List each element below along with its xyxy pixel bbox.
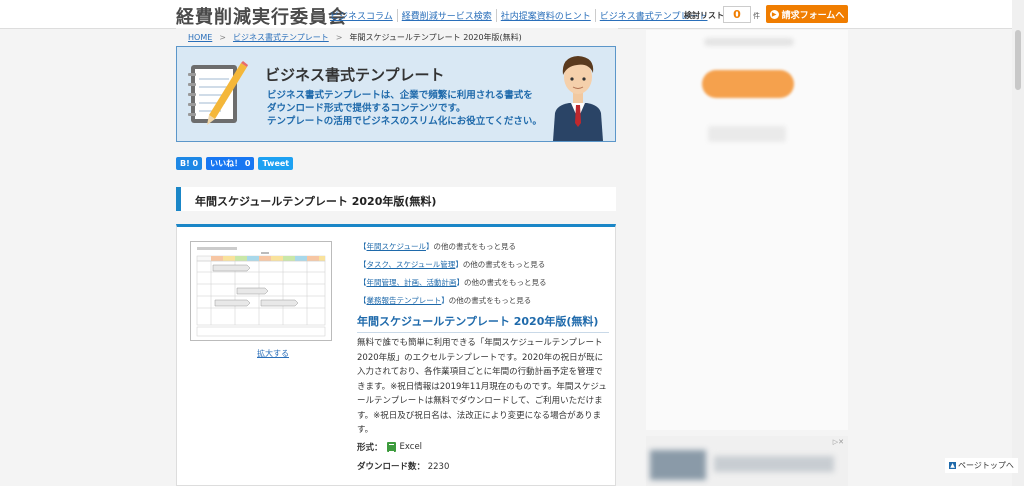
notebook-pencil-icon [188,61,248,125]
template-title: 年間スケジュールテンプレート 2020年版(無料) [357,313,609,333]
social-buttons: B! 0 いいね！ 0 Tweet [176,157,294,170]
request-form-button[interactable]: ▶ 請求フォームへ [766,5,848,23]
breadcrumb-current: 年間スケジュールテンプレート 2020年版(無料) [349,33,522,42]
bracket-close: 】 [455,260,463,269]
category-link[interactable]: 年間管理、計画、活動計画 [367,278,457,287]
category-link-row: 【タスク、スケジュール管理】の他の書式をもっと見る [359,258,547,276]
category-link-suffix: の他の書式をもっと見る [464,278,547,287]
top-header: 経費削減実行委員会 ビジネスコラム 経費削減サービス検索 社内提案資料のヒント … [0,0,1024,29]
sidebar-ad[interactable] [646,30,848,430]
page-top-label: ページトップへ [958,461,1014,470]
download-count-row: ダウンロード数： 2230 [357,460,449,472]
banner-desc-line: ビジネス書式テンプレートは、企業で頻繁に利用される書式を [267,90,533,101]
ad-blurred-button[interactable] [702,70,794,98]
bracket-open: 【 [359,260,367,269]
template-thumbnail[interactable] [190,241,332,341]
template-description: 無料で誰でも簡単に利用できる「年間スケジュールテンプレート2020年版」のエクセ… [357,336,609,438]
category-links: 【年間スケジュール】の他の書式をもっと見る 【タスク、スケジュール管理】の他の書… [359,240,547,312]
banner-desc-line: テンプレートの活用でビジネスのスリム化にお役立てください。 [267,116,542,127]
facebook-like-button[interactable]: いいね！ 0 [206,157,255,170]
format-value: Excel [399,442,423,452]
template-card: 拡大する 【年間スケジュール】の他の書式をもっと見る 【タスク、スケジュール管理… [176,224,616,486]
ad-blurred-text [704,38,794,46]
scrollbar-thumb[interactable] [1015,30,1021,90]
category-link[interactable]: 年間スケジュール [367,242,426,251]
breadcrumb-separator: > [335,33,343,42]
review-list-count[interactable]: 0 [723,6,751,23]
category-link-suffix: の他の書式をもっと見る [448,296,532,305]
breadcrumb-separator: > [219,33,226,42]
page-title: 年間スケジュールテンプレート 2020年版(無料) [176,187,616,211]
nav-service-search[interactable]: 経費削減サービス検索 [396,9,496,22]
main-content: HOME > ビジネス書式テンプレート > 年間スケジュールテンプレート 2020年版(… [176,28,618,486]
banner-title: ビジネス書式テンプレート [265,66,445,84]
category-link-row: 【年間スケジュール】の他の書式をもっと見る [359,240,547,258]
download-label: ダウンロード数： [357,462,426,472]
format-label: 形式： [357,443,383,453]
breadcrumb-category[interactable]: ビジネス書式テンプレート [233,33,329,42]
excel-icon [386,442,396,452]
request-form-label: 請求フォームへ [781,10,845,21]
nav-proposal-hints[interactable]: 社内提案資料のヒント [495,9,595,22]
hatena-bookmark-button[interactable]: B! 0 [176,157,203,170]
breadcrumb-home[interactable]: HOME [188,33,212,42]
page-scrollbar[interactable] [1012,0,1024,486]
nav-business-column[interactable]: ビジネスコラム [326,9,397,22]
play-icon: ▶ [769,9,779,19]
ad-choices-icon[interactable]: ▷✕ [833,438,844,446]
page-title-text: 年間スケジュールテンプレート 2020年版(無料) [195,195,437,208]
enlarge-link[interactable]: 拡大する [257,348,289,359]
download-count: 2230 [427,462,450,472]
format-row: 形式： Excel [357,441,422,453]
category-link[interactable]: タスク、スケジュール管理 [367,260,456,269]
bracket-close: 】 [456,278,465,287]
businessman-illustration [553,56,603,141]
ad-blurred-text [708,126,786,142]
header-nav: ビジネスコラム 経費削減サービス検索 社内提案資料のヒント ビジネス書式テンプレ… [326,9,712,22]
ad-blurred-image [650,450,706,480]
bracket-open: 【 [359,296,367,305]
category-link[interactable]: 業務報告テンプレート [367,296,442,305]
review-list-label[interactable]: 検討リスト [684,10,724,21]
page-top-button[interactable]: ▲ ページトップへ [945,458,1018,473]
banner-description: ビジネス書式テンプレートは、企業で頻繁に利用される書式を ダウンロード形式で提供… [267,89,542,128]
banner-desc-line: ダウンロード形式で提供するコンテンツです。 [267,103,466,114]
template-description-text: 無料で誰でも簡単に利用できる「年間スケジュールテンプレート2020年版」のエクセ… [357,338,607,435]
category-banner: ビジネス書式テンプレート ビジネス書式テンプレートは、企業で頻繁に利用される書式… [176,46,616,142]
bracket-close: 】 [441,296,449,305]
count-unit: 件 [753,12,760,20]
site-logo[interactable]: 経費削減実行委員会 [176,3,347,29]
category-link-row: 【業務報告テンプレート】の他の書式をもっと見る [359,294,547,312]
ad-blurred-text [714,456,834,472]
bracket-open: 【 [359,278,367,287]
category-link-suffix: の他の書式をもっと見る [462,260,546,269]
sidebar-ad-banner[interactable]: ▷✕ [646,436,848,486]
up-arrow-icon: ▲ [949,462,956,469]
breadcrumb: HOME > ビジネス書式テンプレート > 年間スケジュールテンプレート 2020年版(… [188,32,522,43]
bracket-open: 【 [359,242,367,251]
category-link-row: 【年間管理、計画、活動計画】の他の書式をもっと見る [359,276,547,294]
tweet-button[interactable]: Tweet [258,157,294,170]
category-link-suffix: の他の書式をもっと見る [433,242,516,251]
